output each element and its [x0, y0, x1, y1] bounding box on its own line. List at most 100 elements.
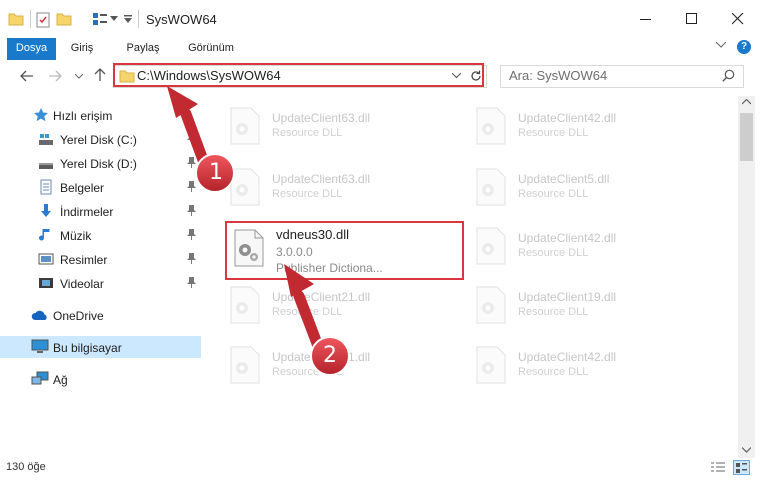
file-description: Resource DLL [272, 188, 343, 200]
callout-number-1: 1 [209, 160, 223, 185]
maximize-icon [686, 13, 697, 24]
file-name: UpdateClient19.dll [518, 290, 617, 304]
file-name: UpdateClient42.dll [518, 350, 617, 364]
tab-home[interactable]: Giriş [60, 38, 104, 60]
file-description: Resource DLL [518, 366, 589, 378]
new-folder-icon[interactable] [56, 12, 72, 26]
close-button[interactable] [715, 0, 761, 38]
drive-icon [39, 163, 53, 169]
sidebar-item-onedrive[interactable]: OneDrive [0, 304, 201, 326]
dropdown-icon[interactable] [110, 16, 118, 22]
dll-file-icon [476, 107, 506, 145]
title-bar: SysWOW64 [0, 0, 769, 38]
sidebar-item-label: Videolar [60, 277, 104, 291]
item-count: 130 öğe [6, 461, 46, 473]
sidebar-item-label: Hızlı erişim [53, 109, 113, 123]
tab-view[interactable]: Görünüm [180, 38, 242, 60]
help-icon[interactable]: ? [737, 40, 751, 54]
pin-icon[interactable] [187, 277, 196, 288]
file-description: Resource DLL [272, 306, 343, 318]
pin-icon[interactable] [187, 229, 196, 240]
sidebar-item-pictures[interactable]: Resimler [0, 248, 201, 270]
file-description: Resource DLL [518, 127, 589, 139]
sidebar-item-videos[interactable]: Videolar [0, 272, 201, 294]
folder-icon [8, 13, 24, 26]
scroll-up-icon[interactable] [742, 99, 751, 105]
ribbon-tabs: Dosya Giriş Paylaş Görünüm ? [0, 38, 769, 60]
sidebar-item-label: Müzik [60, 229, 92, 243]
file-name: UpdateClient21.dll [272, 290, 371, 304]
documents-icon [40, 179, 52, 195]
back-arrow-icon[interactable] [20, 70, 34, 82]
sidebar-item-local-disk-d[interactable]: Yerel Disk (D:) [0, 152, 201, 174]
dll-file-icon [230, 346, 260, 384]
file-item[interactable]: UpdateClient5.dll Resource DLL [470, 162, 700, 214]
tiles-view-icon[interactable] [733, 460, 750, 475]
pin-icon[interactable] [187, 205, 196, 216]
sidebar-item-label: Yerel Disk (D:) [60, 157, 137, 171]
sidebar-item-documents[interactable]: Belgeler [0, 176, 201, 198]
file-item[interactable]: UpdateClient42.dll Resource DLL [470, 101, 700, 153]
dll-file-icon [476, 346, 506, 384]
callout-number-2: 2 [323, 343, 337, 368]
sidebar-item-label: Bu bilgisayar [53, 341, 122, 355]
network-icon [31, 371, 49, 385]
videos-icon [39, 278, 53, 288]
file-item[interactable]: UpdateClient42.dll Resource DLL [470, 340, 700, 392]
minimize-button[interactable] [623, 0, 669, 38]
sidebar-item-downloads[interactable]: İndirmeler [0, 200, 201, 222]
scrollbar-thumb[interactable] [740, 113, 753, 161]
status-bar [0, 458, 769, 497]
dll-file-icon [230, 286, 260, 324]
sidebar-item-label: Resimler [60, 253, 108, 267]
file-name: UpdateClient5.dll [518, 172, 610, 186]
file-description: Resource DLL [518, 247, 589, 259]
pin-icon[interactable] [187, 157, 196, 168]
download-icon [41, 204, 51, 217]
maximize-button[interactable] [669, 0, 715, 38]
customize-toolbar-icon[interactable] [124, 15, 132, 23]
music-icon [39, 229, 50, 241]
details-view-icon[interactable] [711, 462, 725, 474]
file-description: Resource DLL [518, 306, 589, 318]
pin-icon[interactable] [187, 181, 196, 192]
pin-icon[interactable] [187, 253, 196, 264]
sidebar-item-label: Belgeler [60, 181, 105, 195]
up-arrow-icon[interactable] [94, 68, 106, 82]
file-highlight-box [225, 221, 464, 280]
sidebar-item-this-pc[interactable]: Bu bilgisayar [0, 336, 201, 358]
sidebar-item-local-disk-c[interactable]: Yerel Disk (C:) [0, 128, 201, 150]
file-name: UpdateClient42.dll [518, 111, 617, 125]
recent-locations-icon[interactable] [75, 74, 83, 79]
sidebar-item-network[interactable]: Ağ [0, 368, 201, 390]
minimize-icon [640, 19, 651, 20]
file-name: UpdateClient63.dll [272, 172, 371, 186]
file-item[interactable]: UpdateClient63.dll Resource DLL [224, 162, 454, 214]
file-item[interactable]: UpdateClient63.dll Resource DLL [224, 101, 454, 153]
file-item[interactable]: UpdateClient19.dll Resource DLL [470, 280, 700, 332]
divider [138, 10, 139, 28]
window-title: SysWOW64 [146, 12, 217, 27]
dll-file-icon [476, 168, 506, 206]
onedrive-icon [31, 310, 47, 320]
properties-icon[interactable] [36, 12, 50, 28]
sidebar-item-quick-access[interactable]: Hızlı erişim [0, 104, 201, 126]
dll-file-icon [476, 286, 506, 324]
sidebar-item-music[interactable]: Müzik [0, 224, 201, 246]
tab-share[interactable]: Paylaş [118, 38, 168, 60]
file-item[interactable]: UpdateClient21.dll Resource DLL [224, 280, 454, 332]
dll-file-icon [230, 107, 260, 145]
dll-file-icon [476, 227, 506, 265]
file-item[interactable]: UpdateClient42.dll Resource DLL [470, 221, 700, 273]
chevron-down-icon[interactable] [716, 42, 726, 48]
scroll-down-icon[interactable] [742, 447, 751, 453]
search-icon[interactable] [722, 69, 735, 82]
file-description: Resource DLL [272, 127, 343, 139]
view-options-icon[interactable] [92, 12, 108, 26]
file-name: UpdateClient42.dll [518, 231, 617, 245]
pin-icon[interactable] [187, 133, 196, 144]
file-name: UpdateClient63.dll [272, 111, 371, 125]
dll-file-icon [230, 168, 260, 206]
forward-arrow-icon[interactable] [48, 70, 62, 82]
tab-file[interactable]: Dosya [7, 38, 56, 60]
